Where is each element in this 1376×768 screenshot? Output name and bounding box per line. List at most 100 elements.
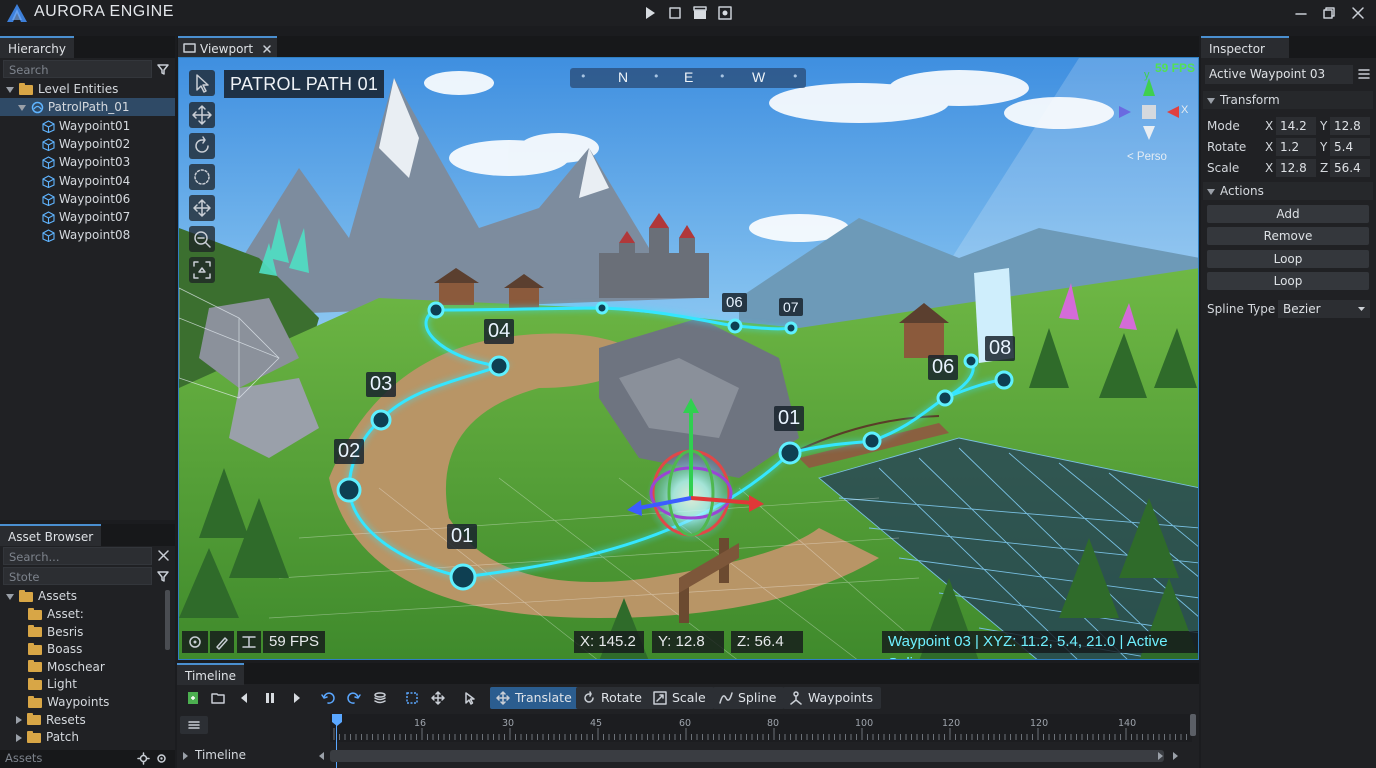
asset-folder[interactable]: Moschear (28, 658, 105, 676)
remove-button[interactable]: Remove (1207, 227, 1369, 245)
tree-item-patrolpath[interactable]: PatrolPath_01 (0, 98, 175, 116)
timeline-ruler[interactable] (330, 714, 1192, 742)
asset-folder[interactable]: Resets (16, 711, 86, 729)
waypoint-badge[interactable]: 04 (484, 319, 515, 344)
pointer-plus-icon[interactable] (462, 690, 478, 706)
step-forward-icon[interactable] (289, 690, 305, 706)
screenshot-icon[interactable] (716, 4, 734, 22)
tree-item-waypoint[interactable]: Waypoint08 (42, 226, 130, 244)
rotate-y-field[interactable]: 5.4 (1330, 138, 1370, 156)
tree-item-waypoint[interactable]: Waypoint07 (42, 208, 130, 226)
waypoint-badge[interactable]: 02 (334, 439, 365, 464)
transform-icon[interactable] (430, 690, 446, 706)
perspective-toggle[interactable]: < Perso (1127, 151, 1167, 163)
tab-timeline[interactable]: Timeline (177, 663, 245, 685)
asset-folder[interactable]: Waypoints (28, 693, 109, 711)
ruler-scrollbar[interactable] (1190, 714, 1196, 736)
compass-bar[interactable]: • N • E • W • (570, 68, 806, 88)
actions-section[interactable]: Actions (1203, 182, 1373, 200)
lasso-tool[interactable] (189, 164, 215, 190)
tab-viewport[interactable]: Viewport (178, 36, 278, 58)
track-menu-button[interactable] (180, 716, 208, 734)
3d-viewport[interactable]: PATROL PATH 01 • N • E • W • 59 FPS y X … (178, 57, 1199, 660)
filter-icon[interactable] (156, 62, 170, 76)
play-icon[interactable] (641, 4, 659, 22)
rotate-button[interactable]: Rotate (576, 687, 650, 709)
spline-type-select[interactable]: Bezier (1278, 300, 1370, 318)
spline-button[interactable]: Spline (713, 687, 785, 709)
rotate-x-field[interactable]: 1.2 (1276, 138, 1316, 156)
waypoint-badge[interactable]: 03 (366, 372, 397, 397)
expand-track-icon[interactable] (181, 751, 189, 761)
asset-search-input[interactable]: Search... (3, 547, 152, 565)
mode-x-field[interactable]: 14.2 (1276, 117, 1316, 135)
tree-item-waypoint[interactable]: Waypoint01 (42, 117, 130, 135)
scroll-right-icon[interactable] (1156, 751, 1164, 761)
tree-item-waypoint[interactable]: Waypoint03 (42, 153, 130, 171)
waypoint-badge[interactable]: 07 (779, 298, 803, 316)
open-folder-icon[interactable] (210, 690, 226, 706)
ground-snap-button[interactable] (237, 631, 261, 653)
loop-button[interactable]: Loop (1207, 250, 1369, 268)
clear-search-icon[interactable] (157, 549, 170, 562)
tab-hierarchy[interactable]: Hierarchy (0, 36, 75, 58)
frame-tool[interactable] (189, 257, 215, 283)
scale-x-field[interactable]: 12.8 (1276, 159, 1316, 177)
minimize-icon[interactable] (1293, 5, 1309, 21)
asset-folder[interactable]: Besris (28, 623, 83, 641)
list-menu-icon[interactable] (1357, 67, 1371, 81)
waypoint-badge[interactable]: 01 (447, 524, 478, 549)
tree-item-waypoint[interactable]: Waypoint02 (42, 135, 130, 153)
select-tool[interactable] (189, 70, 215, 96)
loop-button-2[interactable]: Loop (1207, 272, 1369, 290)
waypoint-badge[interactable]: 06 (722, 293, 747, 312)
waypoint-badge[interactable]: 08 (985, 336, 1016, 361)
pin-icon[interactable] (137, 752, 150, 765)
redo-icon[interactable] (346, 690, 362, 706)
scroll-end-icon[interactable] (1171, 751, 1179, 761)
tab-asset-browser[interactable]: Asset Browser (0, 524, 102, 546)
viewport-settings-button[interactable] (182, 631, 208, 653)
undo-icon[interactable] (320, 690, 336, 706)
tree-item-assets[interactable]: Assets (6, 587, 77, 605)
step-back-icon[interactable] (236, 690, 252, 706)
pause-icon[interactable] (262, 690, 278, 706)
scale-z-field[interactable]: 56.4 (1330, 159, 1370, 177)
timeline-scrollbar[interactable] (330, 750, 1164, 762)
scroll-left-icon[interactable] (318, 751, 326, 761)
new-document-icon[interactable] (185, 690, 201, 706)
tree-item-waypoint[interactable]: Waypoint06 (42, 190, 130, 208)
asset-folder[interactable]: Boass (28, 640, 82, 658)
asset-folder[interactable]: Patch (16, 728, 79, 746)
add-button[interactable]: Add (1207, 205, 1369, 223)
zoom-tool[interactable] (189, 226, 215, 252)
close-tab-icon[interactable] (262, 44, 272, 54)
waypoints-button[interactable]: Waypoints (783, 687, 882, 709)
move-tool[interactable] (189, 102, 215, 128)
scale-button[interactable]: Scale (647, 687, 714, 709)
hierarchy-search-input[interactable]: Search (3, 60, 152, 78)
waypoint-badge[interactable]: 01 (774, 406, 805, 431)
pan-tool[interactable] (189, 195, 215, 221)
asset-folder[interactable]: Light (28, 675, 77, 693)
close-window-icon[interactable] (1350, 5, 1366, 21)
tree-item-level-entities[interactable]: Level Entities (6, 80, 118, 98)
transform-section[interactable]: Transform (1203, 91, 1373, 109)
rotate-tool[interactable] (189, 133, 215, 159)
filter-icon[interactable] (156, 569, 170, 583)
settings-icon[interactable] (155, 752, 168, 765)
active-waypoint-field[interactable]: Active Waypoint 03 (1205, 65, 1353, 84)
maximize-viewport-icon[interactable] (666, 4, 684, 22)
clapper-icon[interactable] (691, 4, 709, 22)
playhead-marker-icon[interactable] (331, 713, 343, 727)
mode-y-field[interactable]: 12.8 (1330, 117, 1370, 135)
asset-filter-input[interactable]: Stote (3, 567, 152, 585)
tab-inspector[interactable]: Inspector (1201, 36, 1289, 58)
bounding-box-icon[interactable] (404, 690, 420, 706)
paint-button[interactable] (210, 631, 234, 653)
restore-icon[interactable] (1321, 5, 1337, 21)
tree-item-waypoint[interactable]: Waypoint04 (42, 172, 130, 190)
layers-icon[interactable] (372, 690, 388, 706)
asset-folder[interactable]: Asset: (28, 605, 84, 623)
translate-button[interactable]: Translate (490, 687, 580, 709)
